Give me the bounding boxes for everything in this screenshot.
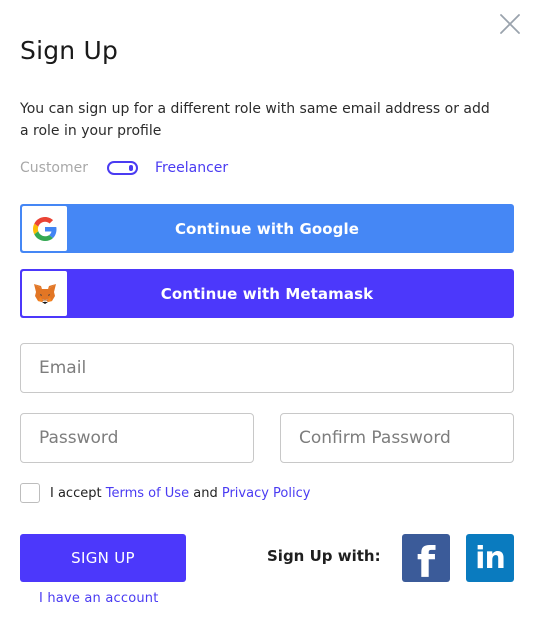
continue-with-google-button[interactable]: Continue with Google (20, 204, 514, 253)
role-toggle[interactable] (107, 161, 139, 175)
role-customer-label[interactable]: Customer (20, 160, 88, 176)
google-logo-box (22, 206, 67, 251)
facebook-icon: f (416, 538, 436, 587)
metamask-button-label: Continue with Metamask (160, 284, 374, 303)
terms-agreement: I accept Terms of Use and Privacy Policy (20, 482, 310, 504)
linkedin-icon: in (475, 540, 506, 576)
terms-prefix-text: I accept (50, 485, 102, 501)
terms-checkbox[interactable] (20, 483, 40, 503)
signup-description: You can sign up for a different role wit… (20, 101, 490, 139)
close-icon (500, 14, 520, 34)
terms-of-use-link[interactable]: Terms of Use (106, 486, 189, 501)
password-field[interactable] (20, 413, 254, 463)
privacy-policy-link[interactable]: Privacy Policy (222, 486, 311, 501)
role-freelancer-label[interactable]: Freelancer (155, 160, 228, 176)
metamask-fox-icon (33, 283, 56, 304)
role-switch: Customer Freelancer (20, 157, 228, 179)
facebook-signup-button[interactable]: f (402, 534, 450, 587)
sign-up-button[interactable]: SIGN UP (20, 534, 186, 582)
confirm-password-field[interactable] (280, 413, 514, 463)
google-icon (32, 216, 56, 241)
have-account-link[interactable]: I have an account (39, 591, 159, 606)
linkedin-signup-button[interactable]: in (466, 534, 514, 582)
close-button[interactable] (498, 12, 522, 36)
google-button-label: Continue with Google (174, 219, 360, 238)
page-title: Sign Up (20, 36, 119, 65)
terms-and-text: and (193, 485, 218, 501)
continue-with-metamask-button[interactable]: Continue with Metamask (20, 269, 514, 318)
email-field[interactable] (20, 343, 514, 393)
sign-up-with-label: Sign Up with: (267, 547, 381, 565)
metamask-logo-box (22, 271, 67, 316)
